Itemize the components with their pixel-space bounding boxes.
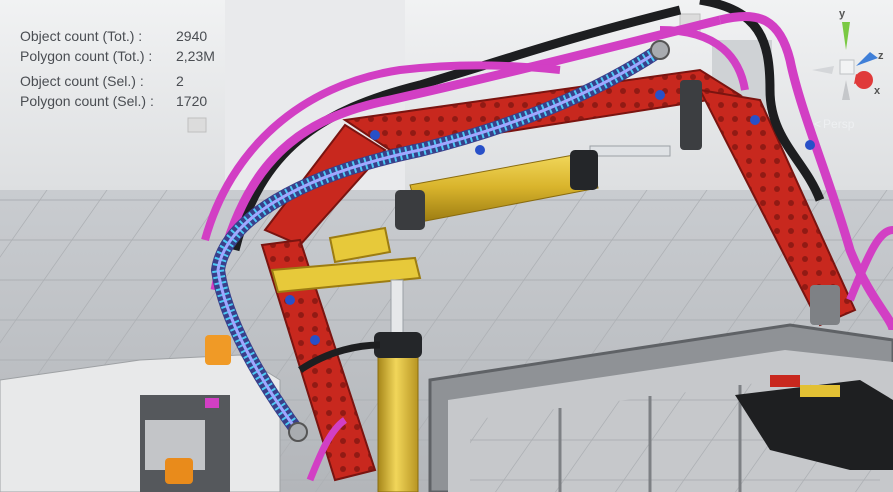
stat-value: 2,23M [176, 48, 215, 64]
orange-part [205, 335, 231, 365]
gray-connector [680, 80, 702, 150]
bucket-red [770, 375, 800, 387]
blue-pin [750, 115, 760, 125]
object-count-selected: Object count (Sel.) : 2 [20, 71, 215, 91]
gray-connector [810, 285, 840, 325]
stat-label: Polygon count (Sel.) : [20, 93, 154, 109]
gizmo-y-cone[interactable] [842, 22, 850, 50]
polygon-count-selected: Polygon count (Sel.) : 1720 [20, 91, 215, 111]
stat-label: Object count (Sel.) : [20, 73, 144, 89]
gizmo-x-ball[interactable] [855, 71, 873, 89]
blue-pin [475, 145, 485, 155]
blue-pin [370, 130, 380, 140]
gizmo-z-cone[interactable] [856, 52, 878, 66]
polygon-count-total: Polygon count (Tot.) : 2,23M [20, 46, 215, 66]
stat-value: 1720 [176, 93, 208, 109]
gizmo-z-label: z [878, 50, 884, 62]
stat-value: 2940 [176, 28, 208, 44]
gizmo-neg-y-cone[interactable] [842, 80, 850, 100]
bucket-yellow [800, 385, 840, 397]
cylinder-cap-v [374, 332, 422, 358]
chevron-left-icon: < [814, 117, 822, 131]
orange-part [165, 458, 193, 484]
orientation-gizmo[interactable]: y z x [802, 8, 893, 124]
object-count-total: Object count (Tot.) : 2940 [20, 26, 215, 46]
gizmo-y-label: y [839, 8, 846, 20]
blue-pin [310, 335, 320, 345]
gizmo-center-cube[interactable] [839, 59, 855, 75]
scene-statistics: Object count (Tot.) : 2940 Polygon count… [20, 26, 215, 111]
gear-connector [650, 40, 670, 60]
blue-pin [285, 295, 295, 305]
gear-connector [288, 422, 308, 442]
3d-viewport[interactable]: Object count (Tot.) : 2940 Polygon count… [0, 0, 893, 492]
piston-rod-h [589, 145, 671, 157]
yellow-cylinder-v [377, 349, 419, 492]
blue-pin [655, 90, 665, 100]
cylinder-cap [395, 190, 425, 230]
projection-toggle[interactable]: < Persp [814, 117, 854, 131]
wall-outlet [187, 117, 207, 133]
magenta-connector [205, 398, 219, 408]
gizmo-neg-x-cone[interactable] [812, 66, 834, 74]
gizmo-x-label: x [874, 85, 881, 97]
projection-label: Persp [823, 117, 855, 131]
stat-value: 2 [176, 73, 184, 89]
blue-pin [805, 140, 815, 150]
stat-label: Polygon count (Tot.) : [20, 48, 153, 64]
stat-label: Object count (Tot.) : [20, 28, 143, 44]
piston-rod-v [390, 279, 404, 341]
cylinder-cap [570, 150, 598, 190]
